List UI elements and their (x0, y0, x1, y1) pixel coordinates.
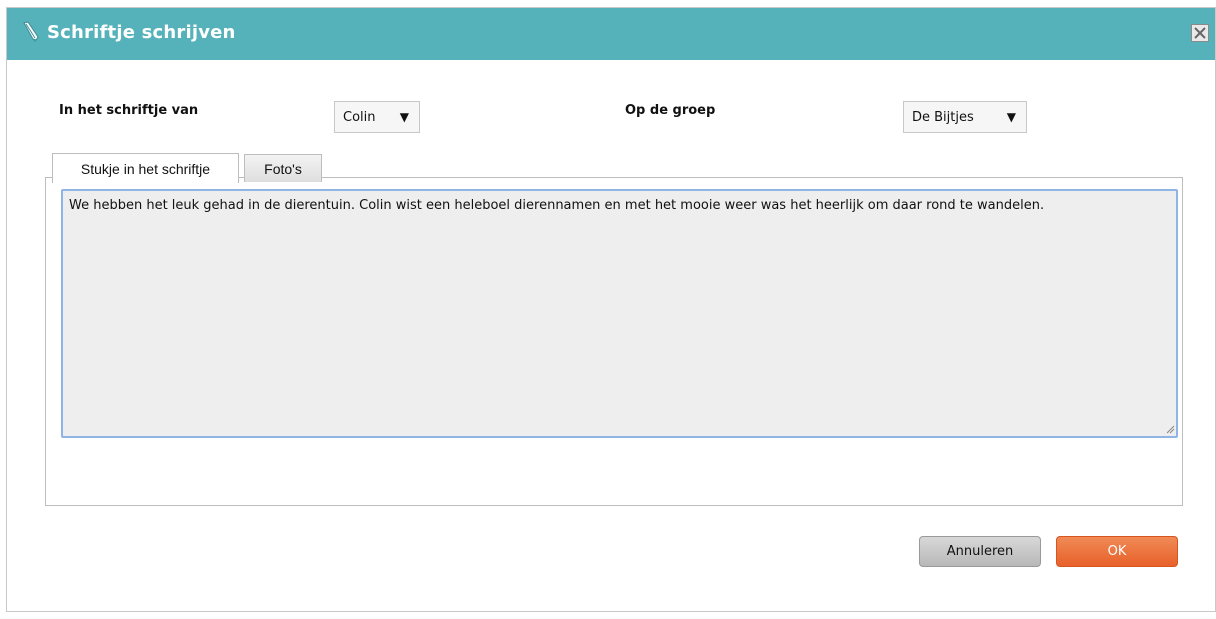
pencil-icon (23, 21, 39, 42)
ok-button[interactable]: OK (1056, 536, 1178, 567)
close-button[interactable] (1191, 24, 1209, 42)
dialog-title: Schriftje schrijven (47, 22, 236, 43)
child-label: In het schriftje van (59, 103, 199, 118)
close-icon (1194, 27, 1206, 39)
resize-grip-icon[interactable] (1165, 424, 1175, 434)
dialog-titlebar[interactable]: Schriftje schrijven (7, 8, 1215, 60)
triangle-down-icon: ▼ (1006, 110, 1016, 124)
child-select-value: Colin (343, 109, 376, 125)
group-label: Op de groep (625, 103, 716, 118)
triangle-down-icon: ▼ (399, 110, 409, 124)
child-select[interactable]: Colin ▼ (334, 101, 420, 133)
message-textarea[interactable]: We hebben het leuk gehad in de dierentui… (61, 189, 1178, 438)
group-select[interactable]: De Bijtjes ▼ (903, 101, 1027, 133)
tab-fotos[interactable]: Foto's (244, 154, 322, 182)
group-select-value: De Bijtjes (912, 109, 974, 125)
cancel-button[interactable]: Annuleren (919, 536, 1041, 567)
tab-stukje[interactable]: Stukje in het schriftje (52, 153, 239, 183)
